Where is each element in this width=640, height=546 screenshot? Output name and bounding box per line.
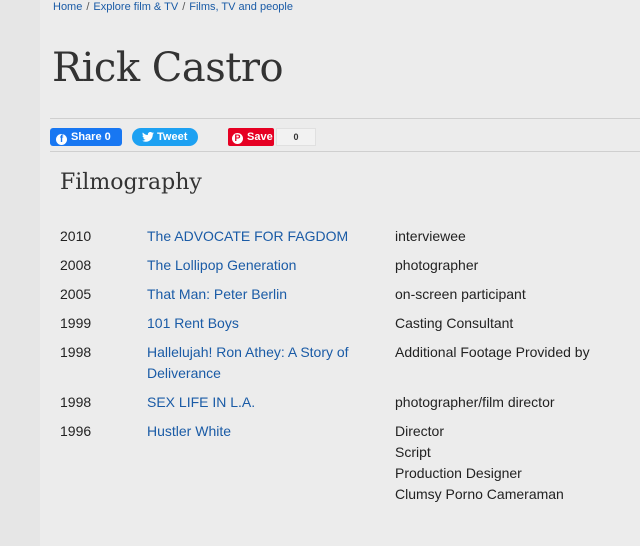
film-role: on-screen participant [395,286,526,302]
film-title-link[interactable]: Hustler White [147,421,377,442]
breadcrumb: Home / Explore film & TV / Films, TV and peo… [53,1,293,13]
film-role: Production Designer [395,465,522,481]
film-role: interviewee [395,228,466,244]
film-roles: photographer/film director [395,392,555,413]
film-title-link[interactable]: The ADVOCATE FOR FAGDOM [147,226,377,247]
pinterest-save-button[interactable]: P Save [228,128,274,146]
filmography-row: 1996 Hustler White Director Script Productio… [60,421,630,502]
filmography-row: 2008 The Lollipop Generation photographer [60,255,630,276]
film-roles: interviewee [395,226,466,247]
film-roles: Casting Consultant [395,313,513,334]
film-role: photographer/film director [395,394,555,410]
film-year: 2010 [60,228,92,244]
pinterest-save-count: 0 [276,128,316,146]
pinterest-save-label: Save [247,131,273,143]
film-roles: photographer [395,255,478,276]
page-content: Home / Explore film & TV / Films, TV and peo… [40,0,640,546]
film-year: 2008 [60,257,92,273]
film-year: 1998 [60,344,92,360]
film-roles: Additional Footage Provided by [395,342,590,363]
film-role: Casting Consultant [395,315,514,331]
film-roles: on-screen participant [395,284,526,305]
breadcrumb-explore[interactable]: Explore film & TV [93,1,178,13]
tweet-label: Tweet [157,131,188,143]
film-role: Script [395,444,431,460]
film-title-link[interactable]: The Lollipop Generation [147,255,377,276]
filmography-row: 1998 SEX LIFE IN L.A. photographer/film di… [60,392,630,413]
page-title: Rick Castro [52,45,284,91]
twitter-bird-icon [142,132,154,142]
facebook-share-label: Share [71,131,102,143]
film-role: photographer [395,257,479,273]
divider [50,151,640,152]
film-title-link[interactable]: That Man: Peter Berlin [147,284,377,305]
tweet-button[interactable]: Tweet [132,128,198,146]
pinterest-icon: P [232,133,243,144]
filmography-row: 2005 That Man: Peter Berlin on-screen part… [60,284,630,305]
breadcrumb-films-tv-people[interactable]: Films, TV and people [189,1,293,13]
film-role: Director [395,423,445,439]
film-title-link[interactable]: 101 Rent Boys [147,313,377,334]
film-year: 1999 [60,315,92,331]
film-year: 1998 [60,394,92,410]
film-title-link[interactable]: SEX LIFE IN L.A. [147,392,377,413]
breadcrumb-separator: / [182,1,186,13]
divider [50,118,640,119]
filmography-row: 2010 The ADVOCATE FOR FAGDOM interviewee [60,226,630,247]
filmography-heading: Filmography [60,170,202,195]
film-roles: Director Script Production Designer Clumsy … [395,421,564,505]
facebook-icon: f [56,134,67,145]
film-year: 2005 [60,286,92,302]
facebook-share-button[interactable]: f Share 0 [50,128,122,146]
film-year: 1996 [60,423,92,439]
filmography-row: 1998 Hallelujah! Ron Athey: A Story of De… [60,342,630,384]
filmography-row: 1999 101 Rent Boys Casting Consultant [60,313,630,334]
breadcrumb-separator: / [86,1,90,13]
film-title-link[interactable]: Hallelujah! Ron Athey: A Story of Delive… [147,342,377,384]
facebook-share-count: 0 [104,131,111,143]
filmography-list: 2010 The ADVOCATE FOR FAGDOM interviewee 20… [60,226,630,502]
film-role: Additional Footage Provided by [395,344,590,360]
breadcrumb-home[interactable]: Home [53,1,82,13]
film-role: Clumsy Porno Cameraman [395,486,564,502]
